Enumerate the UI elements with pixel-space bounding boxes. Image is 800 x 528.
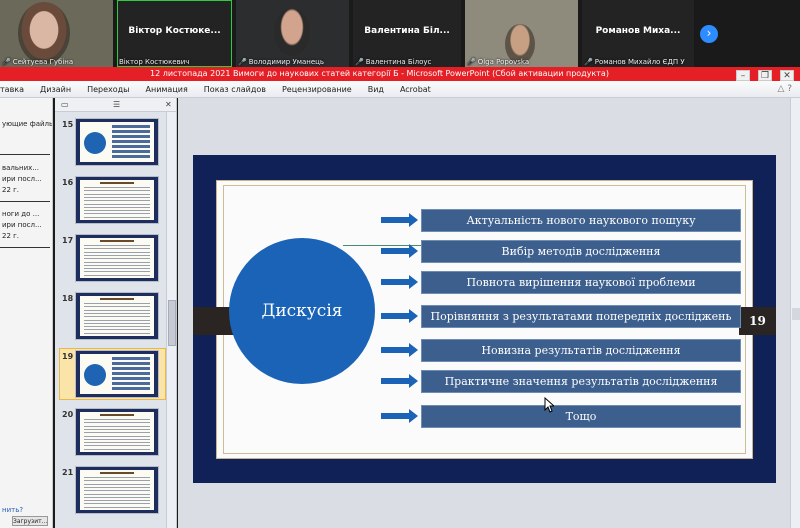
- ribbon-tabs: тавка Дизайн Переходы Анимация Показ сла…: [0, 81, 800, 98]
- participant-tile[interactable]: Романов Миха... 🎤 Романов Михайло ЄДП У: [582, 0, 694, 67]
- help-link[interactable]: нить?: [2, 506, 23, 514]
- participant-tile[interactable]: 🎤 Сейтуева Губіна: [0, 0, 113, 67]
- discussion-circle[interactable]: Дискусія: [229, 238, 375, 384]
- participant-tile[interactable]: 🎤 Olga Popovska: [465, 0, 578, 67]
- participant-tile[interactable]: Валентина Біл... 🎤 Валентина Білоус: [353, 0, 461, 67]
- slide-thumbnail[interactable]: [75, 118, 159, 166]
- participant-label: Віктор Костюкевич: [119, 58, 190, 66]
- participant-name: Валентина Біл...: [364, 26, 450, 36]
- window-title: 12 листопада 2021 Вимоги до наукових ста…: [0, 67, 800, 81]
- discussion-item-box[interactable]: Новизна результатів дослідження: [421, 339, 741, 362]
- participant-video: [274, 8, 310, 56]
- tab-insert[interactable]: тавка: [0, 85, 24, 94]
- slide-number-label: 18: [62, 294, 74, 303]
- slide-thumbnail[interactable]: [75, 350, 159, 398]
- screen: 🎤 Сейтуева Губіна Віктор Костюке... Вікто…: [0, 0, 800, 528]
- participant-video: [18, 2, 70, 64]
- participant-label: 🎤 Olga Popovska: [467, 58, 530, 66]
- thumbnail-pane-header: ▭ ☰ ✕: [55, 98, 176, 112]
- discussion-item-box[interactable]: Вибір методів дослідження: [421, 240, 741, 263]
- scrollbar-thumb[interactable]: [168, 300, 176, 346]
- pane-text: 22 г.: [2, 232, 20, 240]
- participant-tile[interactable]: Віктор Костюке... Віктор Костюкевич: [117, 0, 232, 67]
- pane-text: 22 г.: [2, 186, 20, 194]
- minimize-icon[interactable]: –: [736, 70, 750, 81]
- slides-tab-icon[interactable]: ▭: [61, 100, 69, 109]
- arrow-right-icon: [381, 409, 418, 423]
- participant-strip: 🎤 Сейтуева Губіна Віктор Костюке... Вікто…: [0, 0, 800, 67]
- muted-mic-icon: 🎤: [584, 58, 593, 66]
- slide-number-label: 19: [62, 352, 74, 361]
- slide-number-label: 21: [62, 468, 74, 477]
- tab-review[interactable]: Рецензирование: [282, 85, 352, 94]
- discussion-item-box[interactable]: Тощо: [421, 405, 741, 428]
- arrow-right-icon: [381, 309, 418, 323]
- slide-thumbnail[interactable]: [75, 408, 159, 456]
- participant-label: 🎤 Сейтуева Губіна: [2, 58, 74, 66]
- participant-label: 🎤 Валентина Білоус: [355, 58, 432, 66]
- slide-number-label: 20: [62, 410, 74, 419]
- discussion-item-box[interactable]: Повнота вирішення наукової проблеми: [421, 271, 741, 294]
- tab-view[interactable]: Вид: [368, 85, 384, 94]
- slide-thumbnail[interactable]: [75, 234, 159, 282]
- slide-thumbnail[interactable]: [75, 292, 159, 340]
- arrow-right-icon: [381, 374, 418, 388]
- tab-acrobat[interactable]: Acrobat: [400, 85, 431, 94]
- close-pane-icon[interactable]: ✕: [165, 100, 172, 109]
- pane-text[interactable]: ири посл...: [2, 221, 42, 229]
- thumbnail-scrollbar[interactable]: [166, 112, 176, 528]
- arrow-right-icon: [381, 275, 418, 289]
- discussion-item-box[interactable]: Актуальність нового наукового пошуку: [421, 209, 741, 232]
- tab-transitions[interactable]: Переходы: [87, 85, 129, 94]
- upload-button[interactable]: Загрузит...: [12, 516, 48, 526]
- slide-number-label: 17: [62, 236, 74, 245]
- pane-text[interactable]: ноги до ...: [2, 210, 39, 218]
- participant-name: Віктор Костюке...: [128, 26, 221, 36]
- arrow-right-icon: [381, 244, 418, 258]
- tab-slideshow[interactable]: Показ слайдов: [204, 85, 266, 94]
- discussion-item-box[interactable]: Порівняння з результатами попередніх дос…: [421, 305, 741, 328]
- pane-text[interactable]: ири посл...: [2, 175, 42, 183]
- muted-mic-icon: 🎤: [467, 58, 476, 66]
- muted-mic-icon: 🎤: [238, 58, 247, 66]
- participant-label: 🎤 Володимир Уманець: [238, 58, 325, 66]
- participant-tile[interactable]: 🎤 Володимир Уманець: [236, 0, 349, 67]
- slide-number: 19: [739, 307, 776, 335]
- participant-name: Романов Миха...: [595, 26, 681, 36]
- mouse-cursor-icon: [544, 397, 554, 413]
- task-pane: ующие файлы. вальних... ири посл... 22 г…: [0, 98, 53, 528]
- tab-design[interactable]: Дизайн: [40, 85, 71, 94]
- tab-animations[interactable]: Анимация: [145, 85, 187, 94]
- participant-label: 🎤 Романов Михайло ЄДП У: [584, 58, 685, 66]
- arrow-right-icon: [381, 343, 418, 357]
- discussion-item-box[interactable]: Практичне значення результатів досліджен…: [421, 370, 741, 393]
- muted-mic-icon: 🎤: [355, 58, 364, 66]
- slide-number-label: 16: [62, 178, 74, 187]
- editor-scrollbar[interactable]: [790, 98, 800, 528]
- scrollbar-thumb[interactable]: [792, 308, 800, 320]
- arrow-right-icon: [381, 213, 418, 227]
- slide-thumbnail[interactable]: [75, 466, 159, 514]
- restore-icon[interactable]: ❐: [758, 70, 772, 81]
- close-icon[interactable]: ✕: [780, 70, 794, 81]
- pane-text[interactable]: вальних...: [2, 164, 39, 172]
- muted-mic-icon: 🎤: [2, 58, 11, 66]
- slide-thumbnails: ▭ ☰ ✕ 15 16 17 18 19 20 21: [55, 98, 177, 528]
- pane-text: ующие файлы.: [2, 120, 53, 128]
- slide-canvas[interactable]: 19 Дискусія Актуальність нового науковог…: [193, 155, 776, 483]
- slide-number-label: 15: [62, 120, 74, 129]
- help-icon[interactable]: △ ?: [777, 84, 792, 94]
- outline-tab-icon[interactable]: ☰: [113, 100, 120, 109]
- chevron-right-icon[interactable]: ›: [700, 25, 718, 43]
- slide-thumbnail[interactable]: [75, 176, 159, 224]
